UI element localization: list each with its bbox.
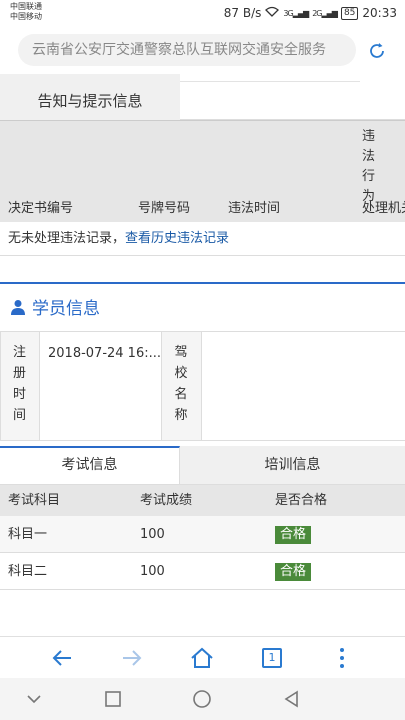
violation-empty-row: 无未处理违法记录，查看历史违法记录 bbox=[0, 222, 405, 256]
exam-table-header: 考试科目 考试成绩 是否合格 bbox=[0, 484, 405, 516]
student-section-title: 学员信息 bbox=[10, 294, 100, 319]
violation-table-header: 决定书编号 号牌号码 违法时间 违法行为 处理机关 bbox=[0, 120, 405, 222]
status-indicators: 87 B/s 3G▂▄▆ 2G▂▄▆ 85 20:33 bbox=[224, 6, 397, 20]
url-field[interactable]: 云南省公安厅交通警察总队互联网交通安全服务 bbox=[18, 34, 356, 66]
tab-count: 1 bbox=[262, 648, 282, 668]
col-exam-score: 考试成绩 bbox=[140, 493, 193, 508]
exam-score: 100 bbox=[140, 564, 165, 579]
table-row: 科目二 100 合格 bbox=[0, 553, 405, 590]
tabs-icon[interactable]: 1 bbox=[259, 645, 285, 671]
col-exam-subject: 考试科目 bbox=[8, 493, 61, 508]
history-violation-link[interactable]: 查看历史违法记录 bbox=[125, 231, 229, 246]
refresh-icon[interactable] bbox=[367, 41, 387, 61]
top-divider bbox=[0, 74, 405, 82]
back-triangle-icon[interactable] bbox=[282, 689, 302, 709]
info-tabs: 考试信息 培训信息 bbox=[0, 446, 405, 484]
signal-2-icon: 2G▂▄▆ bbox=[312, 8, 338, 18]
tab-empty bbox=[180, 82, 405, 120]
tab-training-info[interactable]: 培训信息 bbox=[180, 446, 405, 484]
register-time-label-cell: 注册时间 bbox=[0, 332, 40, 440]
col-violation-time: 违法时间 bbox=[228, 201, 281, 216]
status-bar: 中国联通 中国移动 87 B/s 3G▂▄▆ 2G▂▄▆ 85 20:33 bbox=[0, 0, 405, 28]
wifi-icon bbox=[265, 6, 280, 20]
user-icon bbox=[11, 299, 25, 315]
driving-school-value bbox=[202, 332, 405, 440]
register-time-label: 注册时间 bbox=[13, 345, 27, 423]
recent-apps-icon[interactable] bbox=[103, 689, 123, 709]
tab-notice[interactable]: 告知与提示信息 bbox=[0, 82, 180, 120]
exam-subject: 科目二 bbox=[8, 564, 48, 579]
signal-2-label: 2G bbox=[312, 8, 322, 18]
system-nav-bar bbox=[0, 678, 405, 720]
tab-exam-info[interactable]: 考试信息 bbox=[0, 446, 180, 484]
pass-badge: 合格 bbox=[275, 526, 312, 544]
col-decision-number: 决定书编号 bbox=[8, 201, 74, 216]
carrier-2: 中国移动 bbox=[10, 12, 42, 21]
exam-table: 考试科目 考试成绩 是否合格 科目一 100 合格 科目二 100 合格 bbox=[0, 484, 405, 590]
more-menu-icon[interactable] bbox=[329, 645, 355, 671]
pass-badge: 合格 bbox=[275, 563, 312, 581]
page-content: 告知与提示信息 决定书编号 号牌号码 违法时间 违法行为 处理机关 无未处理违法… bbox=[0, 74, 405, 636]
col-pass-status: 是否合格 bbox=[275, 493, 328, 508]
table-row: 科目一 100 合格 bbox=[0, 516, 405, 553]
student-info-grid: 注册时间 2018-07-24 16:... 驾校名称 bbox=[0, 331, 405, 441]
col-plate-number: 号牌号码 bbox=[138, 201, 191, 216]
col-handling-authority: 处理机关 bbox=[362, 201, 405, 216]
col-violation-behavior: 违法行为 bbox=[362, 129, 376, 204]
network-speed: 87 B/s bbox=[223, 6, 262, 20]
back-arrow-icon[interactable] bbox=[49, 645, 75, 671]
signal-1-icon: 3G▂▄▆ bbox=[283, 8, 309, 18]
driving-school-label: 驾校名称 bbox=[174, 345, 188, 423]
clock: 20:33 bbox=[362, 6, 397, 20]
chevron-down-icon[interactable] bbox=[24, 689, 44, 709]
home-circle-icon[interactable] bbox=[192, 689, 212, 709]
browser-address-bar: 云南省公安厅交通警察总队互联网交通安全服务 bbox=[0, 28, 405, 74]
browser-toolbar: 1 bbox=[0, 636, 405, 678]
battery-icon: 85 bbox=[340, 6, 359, 20]
exam-score: 100 bbox=[140, 527, 165, 542]
carrier-info: 中国联通 中国移动 bbox=[10, 2, 42, 22]
home-icon[interactable] bbox=[189, 645, 215, 671]
student-title-text: 学员信息 bbox=[32, 299, 100, 319]
no-violation-text: 无未处理违法记录， bbox=[8, 231, 126, 246]
register-time-value: 2018-07-24 16:... bbox=[40, 332, 162, 440]
carrier-1: 中国联通 bbox=[10, 2, 42, 11]
exam-subject: 科目一 bbox=[8, 527, 48, 542]
driving-school-label-cell: 驾校名称 bbox=[162, 332, 202, 440]
section-divider bbox=[0, 282, 405, 284]
forward-arrow-icon[interactable] bbox=[119, 645, 145, 671]
signal-1-label: 3G bbox=[283, 8, 293, 18]
